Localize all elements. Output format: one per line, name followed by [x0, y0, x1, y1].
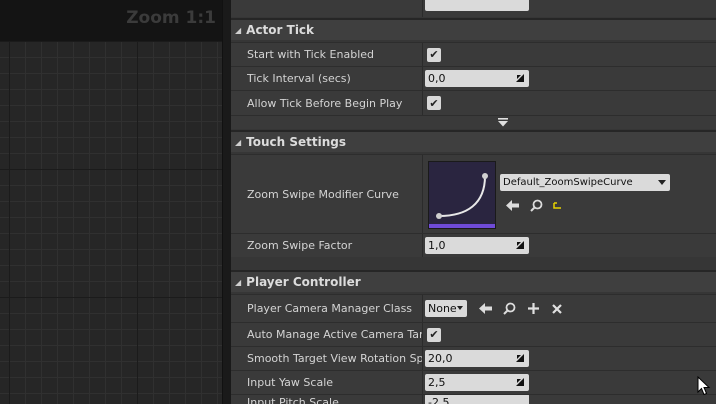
x-icon[interactable] [549, 301, 565, 317]
column-divider [422, 295, 423, 322]
zoom-swipe-factor-value: 1,0 [428, 239, 446, 252]
column-divider [422, 43, 423, 66]
graph-viewport-header: Zoom 1:1 [0, 0, 222, 41]
property-row-player-camera-manager-class: Player Camera Manager Class None [231, 294, 716, 322]
drag-handle-icon[interactable] [516, 378, 524, 386]
section-actor-tick[interactable]: ◢ Actor Tick [231, 18, 716, 40]
collapse-arrow-icon[interactable]: ◢ [235, 26, 241, 35]
plus-icon[interactable] [525, 301, 541, 317]
tick-interval-value: 0,0 [428, 72, 446, 85]
column-divider [422, 91, 423, 115]
property-row-auto-manage-active-camera-target: Auto Manage Active Camera Target ✔ [231, 322, 716, 346]
property-row-zoom-swipe-factor: Zoom Swipe Factor 1,0 [231, 233, 716, 257]
drag-handle-icon[interactable] [516, 74, 524, 82]
property-label: Zoom Swipe Factor [247, 239, 353, 252]
curve-preview-icon [429, 162, 495, 228]
property-label: Zoom Swipe Modifier Curve [247, 187, 399, 201]
search-icon[interactable] [501, 301, 517, 317]
column-divider [422, 371, 423, 394]
column-divider [422, 395, 423, 404]
smooth-rotation-speed-input[interactable]: 20,0 [425, 350, 529, 367]
curve-asset-name: Default_ZoomSwipeCurve [503, 177, 633, 188]
curve-asset-picker: Default_ZoomSwipeCurve [500, 174, 670, 213]
curve-asset-thumbnail[interactable] [428, 161, 496, 229]
column-divider [422, 323, 423, 346]
property-row-smooth-target-view-rotation-speed: Smooth Target View Rotation Speed 20,0 [231, 346, 716, 370]
property-row-tick-interval: Tick Interval (secs) 0,0 [231, 66, 716, 90]
section-title: Player Controller [246, 275, 361, 289]
camera-manager-class-value: None [428, 302, 457, 315]
property-label: Start with Tick Enabled [247, 48, 375, 61]
panel-splitter[interactable] [222, 0, 231, 404]
start-with-tick-enabled-checkbox[interactable]: ✔ [427, 47, 441, 62]
search-icon[interactable] [528, 197, 544, 213]
property-label: Smooth Target View Rotation Speed [247, 352, 423, 365]
reset-to-default-icon[interactable] [552, 197, 562, 213]
details-panel: ◢ Actor Tick Start with Tick Enabled ✔ T… [231, 0, 716, 404]
input-yaw-scale-value: 2,5 [428, 376, 446, 389]
column-divider [422, 234, 423, 257]
property-label: Player Camera Manager Class [247, 302, 413, 315]
input-pitch-scale-value: -2,5 [428, 395, 450, 404]
auto-manage-camera-target-checkbox[interactable]: ✔ [427, 327, 441, 342]
zoom-swipe-factor-input[interactable]: 1,0 [425, 237, 529, 254]
checkmark-icon: ✔ [429, 48, 439, 61]
column-divider [422, 67, 423, 90]
chevron-down-icon [658, 180, 666, 185]
input-pitch-scale-input[interactable]: -2,5 [425, 395, 529, 404]
curve-asset-combo[interactable]: Default_ZoomSwipeCurve [500, 174, 670, 191]
section-player-controller[interactable]: ◢ Player Controller [231, 270, 716, 292]
checkmark-icon: ✔ [429, 328, 439, 341]
drag-handle-icon[interactable] [516, 241, 524, 249]
property-row-input-pitch-scale: Input Pitch Scale -2,5 [231, 394, 716, 404]
arrow-left-icon[interactable] [477, 301, 493, 317]
property-row-input-yaw-scale: Input Yaw Scale 2,5 [231, 370, 716, 394]
column-divider [422, 0, 423, 17]
advanced-expand-strip[interactable] [231, 115, 716, 129]
property-row-partial [231, 0, 716, 17]
partial-value-field[interactable] [425, 0, 529, 11]
graph-viewport[interactable] [0, 0, 222, 404]
camera-manager-class-combo[interactable]: None [425, 300, 467, 317]
drag-handle-icon[interactable] [516, 354, 524, 362]
collapse-arrow-icon[interactable]: ◢ [235, 138, 241, 147]
arrow-left-icon[interactable] [504, 197, 520, 213]
checkmark-icon: ✔ [429, 96, 439, 110]
column-divider [422, 155, 423, 233]
zoom-label: Zoom 1:1 [126, 8, 216, 28]
property-label: Auto Manage Active Camera Target [247, 328, 423, 341]
tick-interval-input[interactable]: 0,0 [425, 70, 529, 87]
expand-advanced-icon[interactable] [497, 118, 509, 127]
property-label: Allow Tick Before Begin Play [247, 96, 403, 110]
input-yaw-scale-input[interactable]: 2,5 [425, 374, 529, 391]
mouse-cursor-icon [697, 376, 711, 396]
section-touch-settings[interactable]: ◢ Touch Settings [231, 130, 716, 152]
allow-tick-before-begin-play-checkbox[interactable]: ✔ [427, 96, 441, 110]
property-label: Input Pitch Scale [247, 395, 339, 404]
property-row-allow-tick-before-begin-play: Allow Tick Before Begin Play ✔ [231, 90, 716, 115]
collapse-arrow-icon[interactable]: ◢ [235, 278, 241, 287]
property-row-start-with-tick-enabled: Start with Tick Enabled ✔ [231, 42, 716, 66]
property-label: Tick Interval (secs) [247, 72, 351, 85]
section-title: Touch Settings [246, 135, 347, 149]
property-label: Input Yaw Scale [247, 376, 334, 389]
section-title: Actor Tick [246, 23, 315, 37]
column-divider [422, 347, 423, 370]
smooth-rotation-speed-value: 20,0 [428, 352, 453, 365]
chevron-down-icon [457, 306, 463, 310]
